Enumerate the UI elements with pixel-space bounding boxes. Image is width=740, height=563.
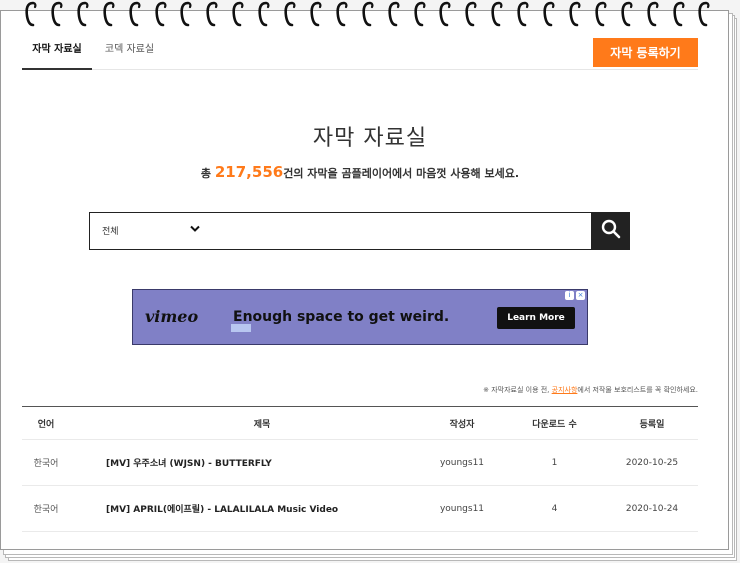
page-subtitle: 총 217,556건의 자막을 곰플레이어에서 마음껏 사용해 보세요.: [0, 163, 720, 181]
spiral-ring: [594, 0, 608, 30]
table-row[interactable]: 한국어 [MV] APRIL(에이프릴) - LALALILALA Music …: [22, 486, 698, 532]
spiral-ring: [257, 0, 271, 30]
spiral-ring: [179, 0, 193, 30]
ad-highlight: [231, 324, 251, 332]
spiral-ring: [672, 0, 686, 30]
subtitle-suffix: 건의 자막을 곰플레이어에서 마음껏 사용해 보세요.: [283, 167, 520, 180]
copyright-notice: ※ 자막자료실 이용 전, 공지사항에서 저작물 보호리스트를 꼭 확인하세요.: [300, 385, 698, 395]
spiral-ring: [620, 0, 634, 30]
notice-link[interactable]: 공지사항: [552, 386, 578, 394]
ad-banner[interactable]: vimeo Enough space to get weird. Learn M…: [132, 289, 588, 345]
row-author: youngs11: [439, 457, 485, 468]
spiral-ring: [413, 0, 427, 30]
adchoices-icon[interactable]: i: [565, 291, 574, 300]
search-box: 전체: [89, 212, 630, 250]
row-downloads: 4: [551, 503, 558, 514]
table-row[interactable]: 한국어 [MV] 우주소녀 (WJSN) - BUTTERFLY youngs1…: [22, 440, 698, 486]
spiral-ring: [24, 0, 38, 30]
ad-cta-button[interactable]: Learn More: [497, 307, 575, 329]
header-date: 등록일: [639, 419, 665, 430]
spiral-ring: [542, 0, 556, 30]
spiral-ring: [568, 0, 582, 30]
spiral-ring: [490, 0, 504, 30]
row-date: 2020-10-25: [625, 457, 679, 468]
spiral-ring: [102, 0, 116, 30]
subtitle-table: 언어 제목 작성자 다운로드 수 등록일 한국어 [MV] 우주소녀 (WJSN…: [22, 406, 698, 532]
spiral-ring: [361, 0, 375, 30]
adchoices-controls[interactable]: i ×: [565, 291, 585, 300]
spiral-binding: [24, 0, 724, 30]
notice-suffix: 에서 저작물 보호리스트를 꼭 확인하세요.: [577, 386, 698, 394]
page-title: 자막 자료실: [312, 126, 428, 151]
ad-headline: Enough space to get weird.: [233, 309, 450, 325]
spiral-ring: [76, 0, 90, 30]
spiral-ring: [464, 0, 478, 30]
search-input[interactable]: [210, 215, 594, 248]
spiral-ring: [50, 0, 64, 30]
row-title-link[interactable]: [MV] 우주소녀 (WJSN) - BUTTERFLY: [106, 440, 426, 485]
row-lang: 한국어: [33, 505, 59, 515]
header-author: 작성자: [449, 419, 475, 430]
row-author: youngs11: [439, 503, 485, 514]
row-date: 2020-10-24: [625, 503, 679, 514]
tab-codecs[interactable]: 코덱 자료실: [102, 36, 157, 68]
notice-prefix: ※ 자막자료실 이용 전,: [483, 386, 552, 394]
subtitle-prefix: 총: [200, 167, 215, 180]
header-downloads: 다운로드 수: [532, 419, 577, 430]
register-subtitle-button[interactable]: 자막 등록하기: [593, 38, 698, 67]
row-lang: 한국어: [33, 459, 59, 469]
close-icon[interactable]: ×: [576, 291, 585, 300]
spiral-ring: [205, 0, 219, 30]
ad-brand-logo: vimeo: [145, 307, 199, 326]
row-title-link[interactable]: [MV] APRIL(에이프릴) - LALALILALA Music Vide…: [106, 486, 426, 531]
header-title: 제목: [253, 419, 271, 430]
chevron-down-icon: [190, 225, 200, 236]
tab-subtitles[interactable]: 자막 자료실: [22, 36, 92, 70]
header-lang: 언어: [37, 419, 55, 430]
search-button[interactable]: [591, 212, 630, 250]
spiral-ring: [516, 0, 530, 30]
search-icon: [601, 219, 621, 243]
spiral-ring: [283, 0, 297, 30]
spiral-ring: [335, 0, 349, 30]
spiral-ring: [646, 0, 660, 30]
spiral-ring: [309, 0, 323, 30]
spiral-ring: [128, 0, 142, 30]
search-category-select[interactable]: 전체: [90, 213, 205, 248]
spiral-ring: [154, 0, 168, 30]
spiral-ring: [231, 0, 245, 30]
subtitle-count: 217,556: [214, 163, 284, 181]
spiral-ring: [438, 0, 452, 30]
spiral-ring: [387, 0, 401, 30]
table-header: 언어 제목 작성자 다운로드 수 등록일: [22, 407, 698, 440]
spiral-ring: [697, 0, 711, 30]
search-category-label: 전체: [102, 227, 119, 237]
row-downloads: 1: [551, 457, 558, 468]
